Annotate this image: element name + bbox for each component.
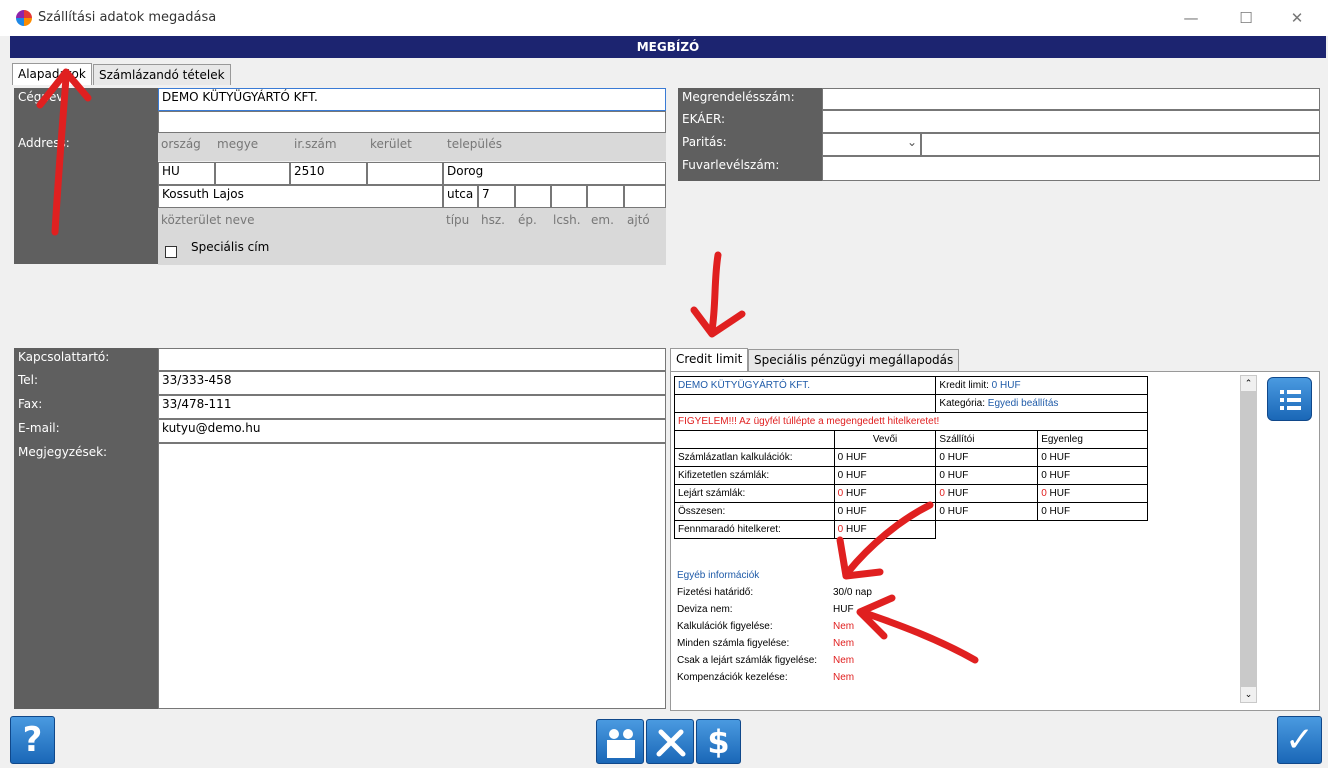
- annotation-arrowhead-down: [690, 306, 746, 338]
- annotation-arrow-down: [708, 251, 722, 334]
- annotation-arrow-up: [51, 74, 70, 236]
- annotation-overlay: [36, 68, 979, 664]
- annotation-arrow-left: [858, 608, 979, 664]
- annotation-arrow-diagonal: [844, 501, 934, 576]
